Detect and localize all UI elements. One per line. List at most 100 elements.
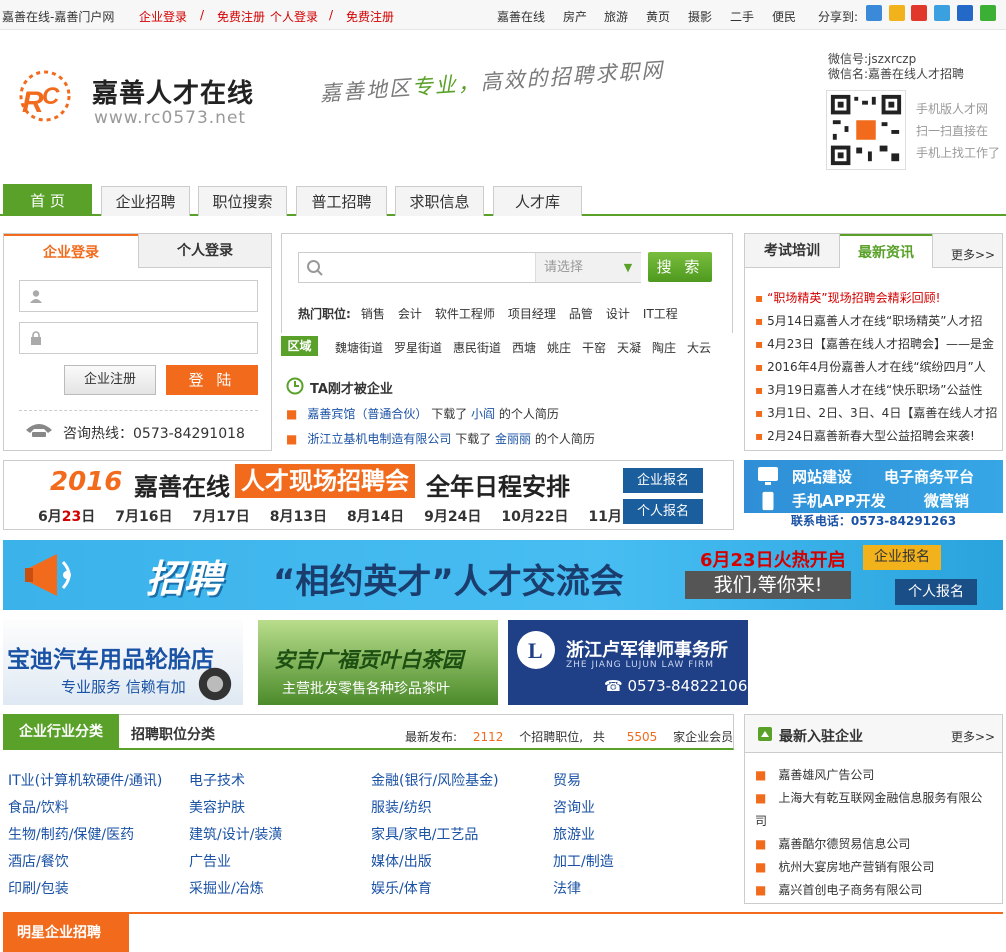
category-select[interactable]: 请选择 ▼	[535, 253, 641, 282]
industry-category-link[interactable]: 咨询业	[553, 797, 595, 817]
industry-category-link[interactable]: 建筑/设计/装潢	[189, 824, 282, 844]
share-wechat-icon[interactable]	[980, 5, 996, 21]
industry-category-link[interactable]: 加工/制造	[553, 851, 614, 871]
industry-category-link[interactable]: 旅游业	[553, 824, 595, 844]
industry-category-link[interactable]: IT业(计算机软硬件/通讯)	[8, 770, 162, 790]
recruit-personal-signup-button[interactable]: 个人报名	[895, 579, 977, 605]
toplink-photo[interactable]: 摄影	[688, 8, 712, 25]
industry-category-link[interactable]: 广告业	[189, 851, 231, 871]
news-item[interactable]: ▪ 3月19日嘉善人才在线“快乐职场”公益性	[755, 381, 998, 398]
hot-job-link[interactable]: 软件工程师	[435, 307, 495, 321]
industry-category-link[interactable]: 金融(银行/风险基金)	[371, 770, 499, 790]
feed-company[interactable]: 嘉善宾馆（普通合伙）	[307, 407, 427, 421]
hot-job-link[interactable]: 会计	[398, 307, 422, 321]
industry-category-link[interactable]: 媒体/出版	[371, 851, 432, 871]
news-item[interactable]: ▪ 5月14日嘉善人才在线“职场精英”人才招	[755, 312, 998, 329]
company-item[interactable]: ■ 嘉兴首创电子商务有限公司	[755, 881, 922, 898]
industry-category-link[interactable]: 美容护肤	[189, 797, 245, 817]
search-input[interactable]: 请选择 ▼	[298, 252, 641, 283]
tab-industry[interactable]: 企业行业分类	[3, 714, 119, 750]
personal-signup-button[interactable]: 个人报名	[623, 499, 703, 524]
toplink-house[interactable]: 房产	[563, 8, 587, 25]
hot-job-link[interactable]: 品管	[569, 307, 593, 321]
feed-person[interactable]: 小阎	[471, 407, 495, 421]
region-link[interactable]: 天凝	[617, 339, 641, 356]
news-item[interactable]: ▪ 3月1日、2日、3日、4日【嘉善在线人才招	[755, 404, 998, 421]
industry-category-link[interactable]: 采掘业/冶炼	[189, 878, 264, 898]
industry-category-link[interactable]: 生物/制药/保健/医药	[8, 824, 134, 844]
industry-category-link[interactable]: 家具/家电/工艺品	[371, 824, 478, 844]
company-item-continued[interactable]: 司	[755, 812, 767, 829]
industry-category-link[interactable]: 娱乐/体育	[371, 878, 432, 898]
tab-job-category[interactable]: 招聘职位分类	[131, 724, 215, 744]
company-item[interactable]: ■ 上海大有乾互联网金融信息服务有限公	[755, 789, 982, 806]
tab-latest-news[interactable]: 最新资讯	[840, 234, 932, 268]
region-link[interactable]: 魏塘街道	[335, 339, 383, 356]
tab-general-jobs[interactable]: 普工招聘	[296, 186, 387, 216]
hot-job-link[interactable]: 设计	[606, 307, 630, 321]
schedule-banner[interactable]: 2016 嘉善在线 人才现场招聘会 全年日程安排 6月23日 7月16日 7月17日…	[3, 460, 734, 530]
share-renren-icon[interactable]	[957, 5, 973, 21]
region-link[interactable]: 罗星街道	[394, 339, 442, 356]
username-field[interactable]	[19, 280, 258, 312]
company-item[interactable]: ■ 嘉善雄风广告公司	[755, 766, 874, 783]
industry-category-link[interactable]: 电子技术	[189, 770, 245, 790]
free-register-link[interactable]: 免费注册	[346, 8, 394, 25]
region-link[interactable]: 大云	[687, 339, 711, 356]
company-register-button[interactable]: 企业注册	[64, 365, 156, 395]
industry-category-link[interactable]: 贸易	[553, 770, 581, 790]
tab-home[interactable]: 首 页	[3, 184, 92, 216]
region-link[interactable]: 姚庄	[547, 339, 571, 356]
industry-category-link[interactable]: 印刷/包装	[8, 878, 69, 898]
tab-company-login[interactable]: 企业登录	[4, 234, 138, 268]
toplink-travel[interactable]: 旅游	[604, 8, 628, 25]
share-plus-icon[interactable]	[866, 5, 882, 21]
tab-talent-pool[interactable]: 人才库	[493, 186, 582, 216]
ad-tea-garden[interactable]: 安吉广福贡叶白茶园 主营批发零售各种珍品茶叶	[258, 620, 498, 705]
news-item[interactable]: ▪ 2016年4月份嘉善人才在线“缤纷四月”人	[755, 358, 998, 375]
tab-job-seeking[interactable]: 求职信息	[395, 186, 484, 216]
free-register-link[interactable]: 免费注册	[217, 8, 265, 25]
industry-category-link[interactable]: 酒店/餐饮	[8, 851, 69, 871]
share-qzone-icon[interactable]	[889, 5, 905, 21]
hot-job-link[interactable]: 销售	[361, 307, 385, 321]
logo-title[interactable]: 嘉善人才在线	[92, 73, 254, 110]
news-item[interactable]: ▪ 4月23日【嘉善在线人才招聘会】——是金	[755, 335, 998, 352]
region-link[interactable]: 惠民街道	[453, 339, 501, 356]
toplink-service[interactable]: 便民	[772, 8, 796, 25]
toplink-secondhand[interactable]: 二手	[730, 8, 754, 25]
company-signup-button[interactable]: 企业报名	[623, 468, 703, 493]
star-title[interactable]: 明星企业招聘	[3, 914, 129, 952]
feed-company[interactable]: 浙江立基机电制造有限公司	[307, 432, 451, 446]
password-field[interactable]	[19, 322, 258, 354]
news-item[interactable]: ▪ “职场精英”现场招聘会精彩回顾!	[755, 289, 998, 306]
company-item[interactable]: ■ 杭州大宴房地产营销有限公司	[755, 858, 934, 875]
share-tqq-icon[interactable]	[934, 5, 950, 21]
site-name[interactable]: 嘉善在线-嘉善门户网	[2, 8, 114, 25]
new-companies-more-link[interactable]: 更多>>	[951, 728, 995, 745]
tab-job-search[interactable]: 职位搜索	[198, 186, 287, 216]
industry-category-link[interactable]: 法律	[553, 878, 581, 898]
recruit-banner[interactable]: 招聘 “相约英才”人才交流会 6月23日火热开启 我们,等你来! 企业报名 个人…	[3, 540, 1003, 610]
toplink-yellowpages[interactable]: 黄页	[646, 8, 670, 25]
company-login-link[interactable]: 企业登录	[139, 8, 187, 25]
tab-personal-login[interactable]: 个人登录	[138, 234, 271, 268]
web-dev-ad[interactable]: 网站建设 电子商务平台 手机APP开发 微营销 联系电话：0573-842912…	[744, 460, 1003, 530]
feed-person[interactable]: 金丽丽	[495, 432, 531, 446]
login-button[interactable]: 登 陆	[166, 365, 258, 395]
ad-tire-store[interactable]: 宝迪汽车用品轮胎店 专业服务 信赖有加	[3, 620, 243, 705]
search-button[interactable]: 搜 索	[648, 252, 712, 282]
tab-company-jobs[interactable]: 企业招聘	[101, 186, 190, 216]
industry-category-link[interactable]: 食品/饮料	[8, 797, 69, 817]
hot-job-link[interactable]: 项目经理	[508, 307, 556, 321]
personal-login-link[interactable]: 个人登录	[270, 8, 318, 25]
tab-exam-training[interactable]: 考试培训	[745, 234, 840, 268]
region-link[interactable]: 西塘	[512, 339, 536, 356]
recruit-company-signup-button[interactable]: 企业报名	[863, 545, 941, 570]
news-item[interactable]: ▪ 2月24日嘉善新春大型公益招聘会来袭!	[755, 427, 998, 444]
share-weibo-icon[interactable]	[911, 5, 927, 21]
company-item[interactable]: ■ 嘉善酷尔德贸易信息公司	[755, 835, 910, 852]
toplink-jiashan[interactable]: 嘉善在线	[497, 8, 545, 25]
ad-law-firm[interactable]: L 浙江卢军律师事务所 ZHE JIANG LUJUN LAW FIRM ☎ 0…	[508, 620, 748, 705]
logo-icon[interactable]: R C	[12, 62, 78, 132]
